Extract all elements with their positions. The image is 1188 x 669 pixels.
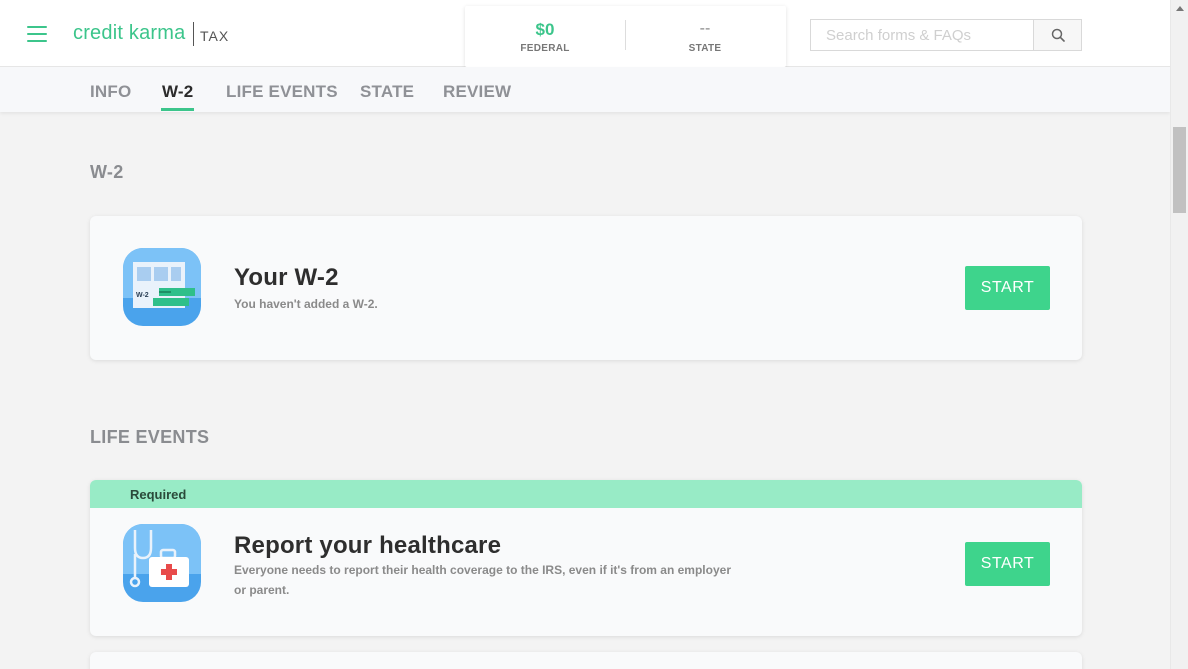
federal-refund-amount: $0: [535, 20, 555, 39]
progress-tabs: INFO W-2 LIFE EVENTS STATE REVIEW: [0, 67, 1170, 112]
brand-logo[interactable]: credit karma: [73, 22, 185, 45]
tab-w2[interactable]: W-2: [162, 82, 193, 102]
next-card-partial: [90, 652, 1082, 669]
tab-state[interactable]: STATE: [360, 82, 414, 102]
w2-start-button[interactable]: START: [965, 266, 1050, 310]
search-button[interactable]: [1033, 19, 1082, 51]
healthcare-icon: [123, 524, 201, 602]
w2-card: W-2 Your W-2 You haven't added a W-2. ST…: [90, 216, 1082, 360]
search-bar: [810, 19, 1082, 51]
healthcare-card-title: Report your healthcare: [234, 532, 502, 559]
required-badge: Required: [130, 487, 187, 502]
scroll-up-arrow-icon[interactable]: [1171, 0, 1188, 17]
brand-tax-label: TAX: [200, 28, 230, 44]
search-icon: [1051, 28, 1065, 42]
state-refund-amount: --: [699, 20, 711, 37]
healthcare-card: Required Report your healthcare Everyone…: [90, 480, 1082, 636]
federal-refund: $0 FEDERAL: [465, 20, 625, 54]
w2-card-description: You haven't added a W-2.: [234, 297, 378, 311]
healthcare-card-description-line2: or parent.: [234, 583, 290, 597]
state-refund-label: STATE: [688, 43, 722, 54]
required-banner: Required: [90, 480, 1082, 508]
scrollbar-thumb[interactable]: [1173, 127, 1186, 213]
section-title-w2: W-2: [90, 162, 124, 182]
state-refund: -- STATE: [625, 20, 785, 54]
search-input[interactable]: [810, 19, 1034, 51]
tab-info[interactable]: INFO: [90, 82, 131, 102]
w2-card-title: Your W-2: [234, 264, 339, 291]
healthcare-start-button[interactable]: START: [965, 542, 1050, 586]
hamburger-menu-icon[interactable]: [27, 26, 47, 43]
tab-life-events[interactable]: LIFE EVENTS: [226, 82, 338, 102]
vertical-scrollbar[interactable]: [1170, 0, 1188, 669]
healthcare-card-description-line1: Everyone needs to report their health co…: [234, 563, 731, 577]
w2-form-icon: W-2: [123, 248, 201, 326]
brand-separator: [193, 22, 194, 46]
refund-summary[interactable]: $0 FEDERAL -- STATE: [465, 6, 786, 67]
page: credit karma TAX $0 FEDERAL -- STATE Sea…: [0, 0, 1188, 669]
active-tab-indicator: [161, 108, 194, 111]
federal-refund-label: FEDERAL: [520, 43, 570, 54]
top-header: credit karma TAX $0 FEDERAL -- STATE: [0, 0, 1170, 67]
svg-text:W-2: W-2: [136, 292, 149, 299]
section-title-life-events: LIFE EVENTS: [90, 427, 210, 447]
tab-review[interactable]: REVIEW: [443, 82, 511, 102]
